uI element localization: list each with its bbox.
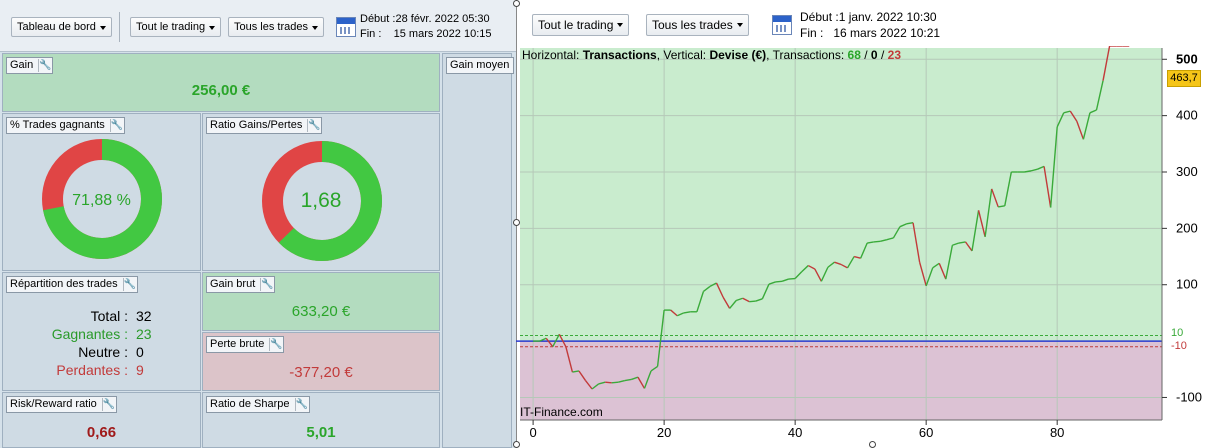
gain-brut-value: 633,20 € <box>291 303 351 320</box>
x-tick-label: 60 <box>919 425 933 440</box>
start-date-label: Début :28 févr. 2022 05:30 <box>360 13 490 25</box>
sharpe-panel: Ratio de Sharpe 🔧 5,01 <box>202 392 440 448</box>
perdantes-value: 9 <box>136 362 144 378</box>
sharpe-label[interactable]: Ratio de Sharpe 🔧 <box>206 396 310 413</box>
gagnantes-value: 23 <box>136 326 152 342</box>
wrench-icon[interactable]: 🔧 <box>38 59 52 72</box>
tous-les-trades-dropdown[interactable]: Tous les trades <box>228 17 324 37</box>
chart-window: Tout le trading Tous les trades Début :1… <box>513 0 1217 448</box>
equity-segment <box>611 381 619 384</box>
resize-handle[interactable] <box>869 441 876 448</box>
calendar-icon[interactable] <box>336 17 356 37</box>
gain-moyen-panel: Gain moyen <box>442 53 515 448</box>
toolbar-divider <box>119 12 120 42</box>
y-tick-label: 100 <box>1176 277 1198 292</box>
resize-handle[interactable] <box>513 219 520 226</box>
risk-reward-label[interactable]: Risk/Reward ratio 🔧 <box>6 396 117 413</box>
total-row: Total : <box>90 308 128 324</box>
calendar-icon[interactable] <box>772 15 792 35</box>
band-upper-label: 10 <box>1171 327 1184 339</box>
equity-segment <box>749 300 756 303</box>
y-tick-label: 400 <box>1176 108 1198 123</box>
y-tick-label: 200 <box>1176 220 1198 235</box>
tout-le-trading-dropdown[interactable]: Tout le trading <box>532 14 630 36</box>
wrench-icon[interactable]: 🔧 <box>294 398 308 411</box>
end-date-label: Fin : 16 mars 2022 10:21 <box>800 26 941 40</box>
watermark: IT-Finance.com <box>520 405 603 419</box>
perdantes-row: Perdantes : <box>56 362 128 378</box>
risk-reward-panel: Risk/Reward ratio 🔧 0,66 <box>2 392 201 448</box>
perte-brute-label[interactable]: Perte brute 🔧 <box>206 336 285 353</box>
chart-info-header: Horizontal: Transactions, Vertical: Devi… <box>522 48 901 62</box>
y-tick-label: 300 <box>1176 164 1198 179</box>
neutre-row: Neutre : <box>78 344 128 360</box>
gain-brut-panel: Gain brut 🔧 633,20 € <box>202 272 440 331</box>
x-tick-label: 0 <box>529 425 536 440</box>
gain-panel: Gain 🔧 256,00 € <box>2 53 440 112</box>
current-value-badge: 463,7 <box>1167 70 1201 87</box>
equity-segment <box>873 240 881 243</box>
y-tick-label: -100 <box>1176 389 1202 404</box>
gain-brut-label[interactable]: Gain brut 🔧 <box>206 276 276 293</box>
perte-brute-value: -377,20 € <box>289 364 353 381</box>
perte-brute-panel: Perte brute 🔧 -377,20 € <box>202 332 440 391</box>
x-tick-label: 80 <box>1050 425 1064 440</box>
gain-label[interactable]: Gain 🔧 <box>6 57 54 74</box>
equity-chart: 0 20 40 60 80 500 400 300 200 100 -100 <box>516 46 1202 440</box>
wrench-icon[interactable]: 🔧 <box>260 278 274 291</box>
ratio-panel: Ratio Gains/Pertes 🔧 1,68 <box>202 113 440 271</box>
gain-moyen-label[interactable]: Gain moyen <box>446 57 515 74</box>
ratio-value: 1,68 <box>300 189 342 212</box>
y-tick-label: 500 <box>1176 51 1198 66</box>
sharpe-value: 5,01 <box>306 424 336 441</box>
repartition-panel: Répartition des trades 🔧 Total : 32 Gagna… <box>2 272 201 391</box>
resize-handle[interactable] <box>513 441 520 448</box>
x-tick-label: 40 <box>788 425 802 440</box>
wrench-icon[interactable]: 🔧 <box>122 278 136 291</box>
risk-reward-value: 0,66 <box>86 424 117 441</box>
pct-gagnants-panel: % Trades gagnants 🔧 71,88 % <box>2 113 201 271</box>
resize-handle[interactable] <box>513 0 520 7</box>
tous-les-trades-dropdown[interactable]: Tous les trades <box>646 14 749 36</box>
equity-segment <box>775 280 783 283</box>
loss-zone <box>520 341 1162 420</box>
neutre-value: 0 <box>136 344 144 360</box>
end-date-label: Fin : 15 mars 2022 10:15 <box>360 28 492 40</box>
gain-value: 256,00 € <box>191 82 251 99</box>
band-lower-label: -10 <box>1171 340 1187 352</box>
tableau-de-bord-dropdown[interactable]: Tableau de bord <box>11 17 112 37</box>
x-tick-label: 20 <box>657 425 671 440</box>
wrench-icon[interactable]: 🔧 <box>101 398 115 411</box>
pct-gagnants-value: 71,88 % <box>72 192 131 209</box>
total-value: 32 <box>136 308 152 324</box>
repartition-label[interactable]: Répartition des trades 🔧 <box>6 276 138 293</box>
gagnantes-row: Gagnantes : <box>51 326 128 342</box>
start-date-label: Début :1 janv. 2022 10:30 <box>800 10 937 24</box>
wrench-icon[interactable]: 🔧 <box>269 338 283 351</box>
profit-zone <box>520 48 1162 342</box>
dashboard-panel: Tableau de bord Tout le trading Tous les… <box>0 0 516 448</box>
tout-le-trading-dropdown[interactable]: Tout le trading <box>130 17 222 37</box>
equity-segment <box>605 381 612 384</box>
equity-segment <box>788 277 796 280</box>
